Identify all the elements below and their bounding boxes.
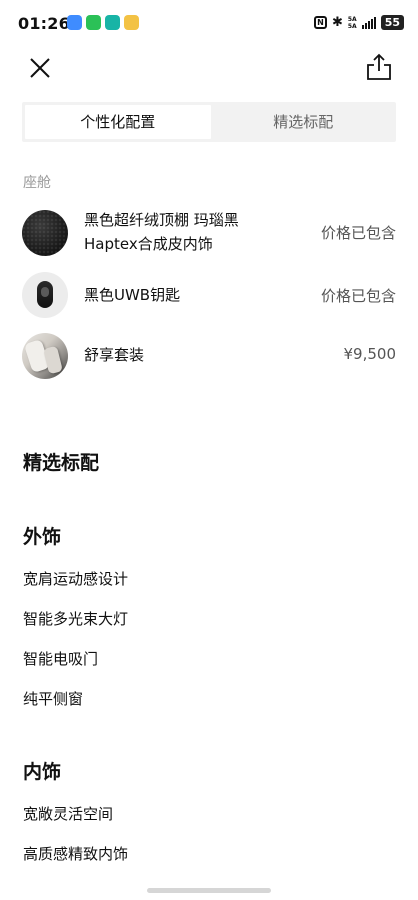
status-time: 01:26 bbox=[18, 14, 70, 33]
system-icons: N ✱ 5A 5A 55 bbox=[313, 15, 404, 30]
interior-heading: 内饰 bbox=[23, 761, 62, 783]
uwb-key-thumbnail bbox=[22, 272, 68, 318]
standard-features-heading: 精选标配 bbox=[23, 452, 100, 474]
feature-item: 智能电吸门 bbox=[23, 650, 99, 668]
roof-interior-thumbnail bbox=[22, 210, 68, 256]
feature-item: 宽敞灵活空间 bbox=[23, 805, 114, 823]
notification-app-icon bbox=[124, 15, 139, 30]
wechat-icon bbox=[86, 15, 101, 30]
tab-standard-features[interactable]: 精选标配 bbox=[211, 102, 397, 142]
notification-app-icon bbox=[105, 15, 120, 30]
notification-app-icon bbox=[67, 15, 82, 30]
close-button[interactable] bbox=[26, 54, 54, 82]
option-item-uwb-key[interactable]: 黑色UWB钥匙 价格已包含 bbox=[22, 272, 396, 318]
status-bar: 01:26 N ✱ 5A 5A 55 bbox=[0, 0, 418, 48]
battery-icon: 55 bbox=[380, 15, 404, 30]
option-name-line1: 黑色超纤绒顶棚 玛瑙黑 bbox=[84, 211, 239, 229]
signal-icon bbox=[361, 16, 376, 29]
option-name: 黑色超纤绒顶棚 玛瑙黑 Haptex合成皮内饰 bbox=[84, 208, 239, 256]
option-name: 黑色UWB钥匙 bbox=[84, 286, 181, 304]
comfort-package-thumbnail bbox=[22, 333, 68, 379]
tab-personalized-config[interactable]: 个性化配置 bbox=[25, 105, 211, 139]
option-name-line2: Haptex合成皮内饰 bbox=[84, 235, 213, 253]
network-type-label: 5A 5A bbox=[348, 16, 357, 30]
close-icon bbox=[30, 58, 50, 78]
option-price: ¥9,500 bbox=[343, 345, 397, 363]
feature-item: 纯平侧窗 bbox=[23, 690, 84, 708]
bluetooth-icon: ✱ bbox=[331, 15, 343, 30]
config-tabs: 个性化配置 精选标配 bbox=[22, 102, 396, 142]
feature-item: 高质感精致内饰 bbox=[23, 845, 129, 863]
network-type-bottom: 5A bbox=[347, 22, 357, 30]
share-button[interactable] bbox=[364, 52, 394, 82]
cabin-section-label: 座舱 bbox=[23, 175, 51, 191]
option-name: 舒享套装 bbox=[84, 346, 145, 364]
option-item-roof-interior[interactable]: 黑色超纤绒顶棚 玛瑙黑 Haptex合成皮内饰 价格已包含 bbox=[22, 208, 396, 258]
notification-icons bbox=[67, 15, 139, 30]
option-price: 价格已包含 bbox=[320, 287, 396, 305]
share-icon bbox=[367, 53, 391, 80]
network-type-top: 5A bbox=[347, 15, 357, 23]
exterior-heading: 外饰 bbox=[23, 526, 62, 548]
option-price: 价格已包含 bbox=[320, 224, 396, 242]
feature-item: 宽肩运动感设计 bbox=[23, 570, 129, 588]
nfc-icon: N bbox=[313, 16, 327, 29]
option-item-comfort-package[interactable]: 舒享套装 ¥9,500 bbox=[22, 333, 396, 379]
feature-item: 智能多光束大灯 bbox=[23, 610, 129, 628]
home-indicator[interactable] bbox=[147, 888, 271, 893]
